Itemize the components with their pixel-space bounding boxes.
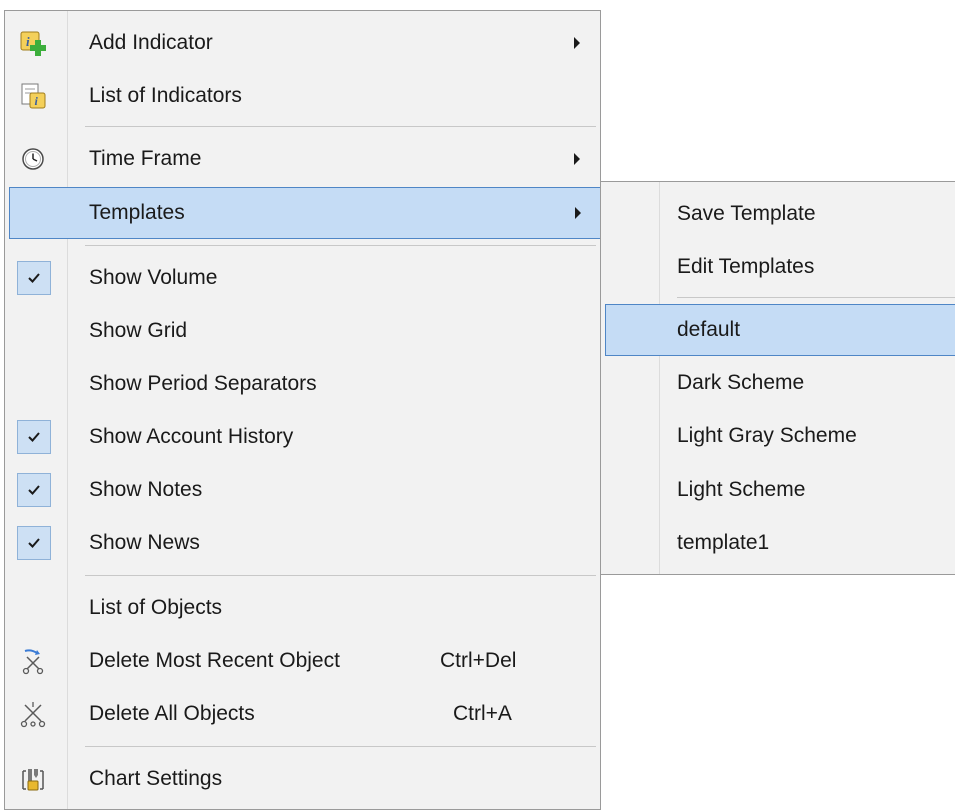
submenu-item-dark-scheme[interactable]: Dark Scheme <box>601 357 955 409</box>
submenu-item-edit-templates[interactable]: Edit Templates <box>601 241 955 293</box>
menu-separator <box>85 746 596 747</box>
add-indicator-icon: i <box>19 29 47 57</box>
menu-item-label: Show Notes <box>89 478 203 501</box>
menu-item-label: Add Indicator <box>89 31 213 54</box>
menu-item-label: Show Volume <box>89 266 218 289</box>
menu-separator <box>85 575 596 576</box>
menu-item-label: List of Indicators <box>89 84 242 107</box>
clock-icon <box>19 145 47 173</box>
menu-separator <box>85 245 596 246</box>
menu-item-list-of-indicators[interactable]: i List of Indicators <box>5 70 600 122</box>
menu-item-label: Edit Templates <box>677 255 815 278</box>
menu-item-label: Dark Scheme <box>677 371 805 394</box>
menu-item-label: Templates <box>89 201 185 224</box>
submenu-item-save-template[interactable]: Save Template <box>601 188 955 240</box>
delete-recent-object-icon <box>19 647 47 675</box>
menu-item-show-grid[interactable]: Show Grid <box>5 305 600 357</box>
chart-context-menu: i Add Indicator i List of Indicators Tim… <box>4 10 601 810</box>
menu-item-label: template1 <box>677 531 770 554</box>
svg-text:i: i <box>26 34 30 49</box>
menu-item-label: Show Account History <box>89 425 294 448</box>
menu-item-add-indicator[interactable]: i Add Indicator <box>5 17 600 69</box>
menu-item-show-period-separators[interactable]: Show Period Separators <box>5 358 600 410</box>
menu-item-label: Delete All Objects <box>89 702 255 725</box>
menu-item-chart-settings[interactable]: Chart Settings <box>5 753 600 805</box>
menu-item-label: Save Template <box>677 202 816 225</box>
menu-item-label: Time Frame <box>89 147 202 170</box>
menu-item-label: Show Grid <box>89 319 188 342</box>
submenu-item-default[interactable]: default <box>605 304 955 356</box>
menu-item-delete-all-objects[interactable]: Delete All Objects Ctrl+A <box>5 688 600 740</box>
delete-all-objects-icon <box>19 700 47 728</box>
submenu-arrow-icon <box>574 37 580 49</box>
checkmark-icon <box>17 526 51 560</box>
menu-item-list-of-objects[interactable]: List of Objects <box>5 582 600 634</box>
submenu-item-light-scheme[interactable]: Light Scheme <box>601 464 955 516</box>
shortcut-label: Ctrl+A <box>453 702 512 725</box>
chart-settings-icon <box>19 765 47 793</box>
submenu-item-template1[interactable]: template1 <box>601 517 955 569</box>
menu-item-label: Light Gray Scheme <box>677 424 857 447</box>
menu-item-show-volume[interactable]: Show Volume <box>5 252 600 304</box>
shortcut-label: Ctrl+Del <box>440 649 517 672</box>
menu-item-delete-most-recent-object[interactable]: Delete Most Recent Object Ctrl+Del <box>5 635 600 687</box>
menu-item-show-news[interactable]: Show News <box>5 517 600 569</box>
templates-submenu: Save Template Edit Templates default Dar… <box>600 181 955 575</box>
checkmark-icon <box>17 261 51 295</box>
submenu-item-light-gray-scheme[interactable]: Light Gray Scheme <box>601 410 955 462</box>
checkmark-icon <box>17 473 51 507</box>
menu-separator <box>85 126 596 127</box>
menu-item-label: Delete Most Recent Object <box>89 649 340 672</box>
checkmark-icon <box>17 420 51 454</box>
menu-item-label: Chart Settings <box>89 767 223 790</box>
menu-separator <box>677 297 955 298</box>
submenu-arrow-icon <box>574 153 580 165</box>
menu-item-templates[interactable]: Templates <box>9 187 601 239</box>
indicators-list-icon: i <box>19 82 47 110</box>
menu-item-label: Show Period Separators <box>89 372 317 395</box>
menu-item-label: List of Objects <box>89 596 223 619</box>
menu-item-label: Show News <box>89 531 200 554</box>
menu-item-show-account-history[interactable]: Show Account History <box>5 411 600 463</box>
menu-item-label: default <box>677 318 741 341</box>
menu-item-show-notes[interactable]: Show Notes <box>5 464 600 516</box>
menu-item-label: Light Scheme <box>677 478 806 501</box>
submenu-arrow-icon <box>575 207 581 219</box>
menu-item-time-frame[interactable]: Time Frame <box>5 133 600 185</box>
